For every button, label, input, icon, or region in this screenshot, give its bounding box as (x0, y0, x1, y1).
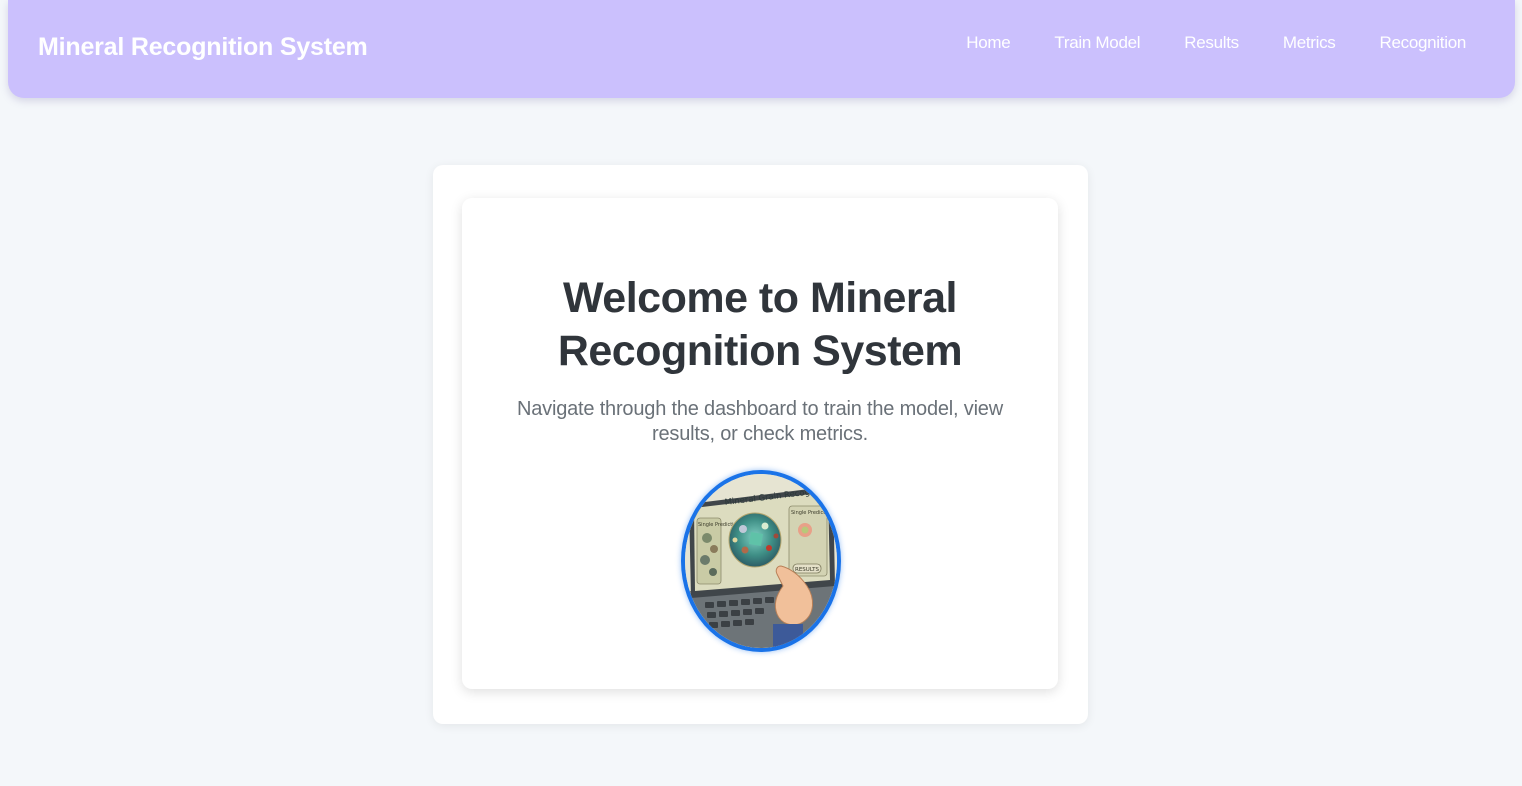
welcome-card-container: Welcome to Mineral Recognition System Na… (433, 165, 1088, 724)
nav-link-train-model[interactable]: Train Model (1054, 33, 1140, 53)
welcome-title: Welcome to Mineral Recognition System (557, 274, 963, 375)
nav-link-metrics[interactable]: Metrics (1283, 33, 1336, 53)
nav-link-recognition[interactable]: Recognition (1380, 33, 1467, 53)
svg-text:Single Prediction: Single Prediction (791, 510, 833, 516)
nav-links: Home Train Model Results Metrics Recogni… (966, 33, 1466, 53)
welcome-subtitle: Navigate through the dashboard to train … (517, 398, 1003, 445)
hero-image: Mineral Grain Recogni Single Prediction (681, 470, 841, 652)
nav-link-home[interactable]: Home (966, 33, 1010, 53)
laptop-illustration: Mineral Grain Recogni Single Prediction (685, 474, 837, 648)
nav-link-results[interactable]: Results (1184, 33, 1239, 53)
welcome-card: Welcome to Mineral Recognition System Na… (462, 198, 1058, 689)
brand-link[interactable]: Mineral Recognition System (38, 33, 368, 62)
svg-text:RESULTS: RESULTS (795, 567, 819, 573)
top-navbar: Mineral Recognition System Home Train Mo… (8, 0, 1515, 98)
